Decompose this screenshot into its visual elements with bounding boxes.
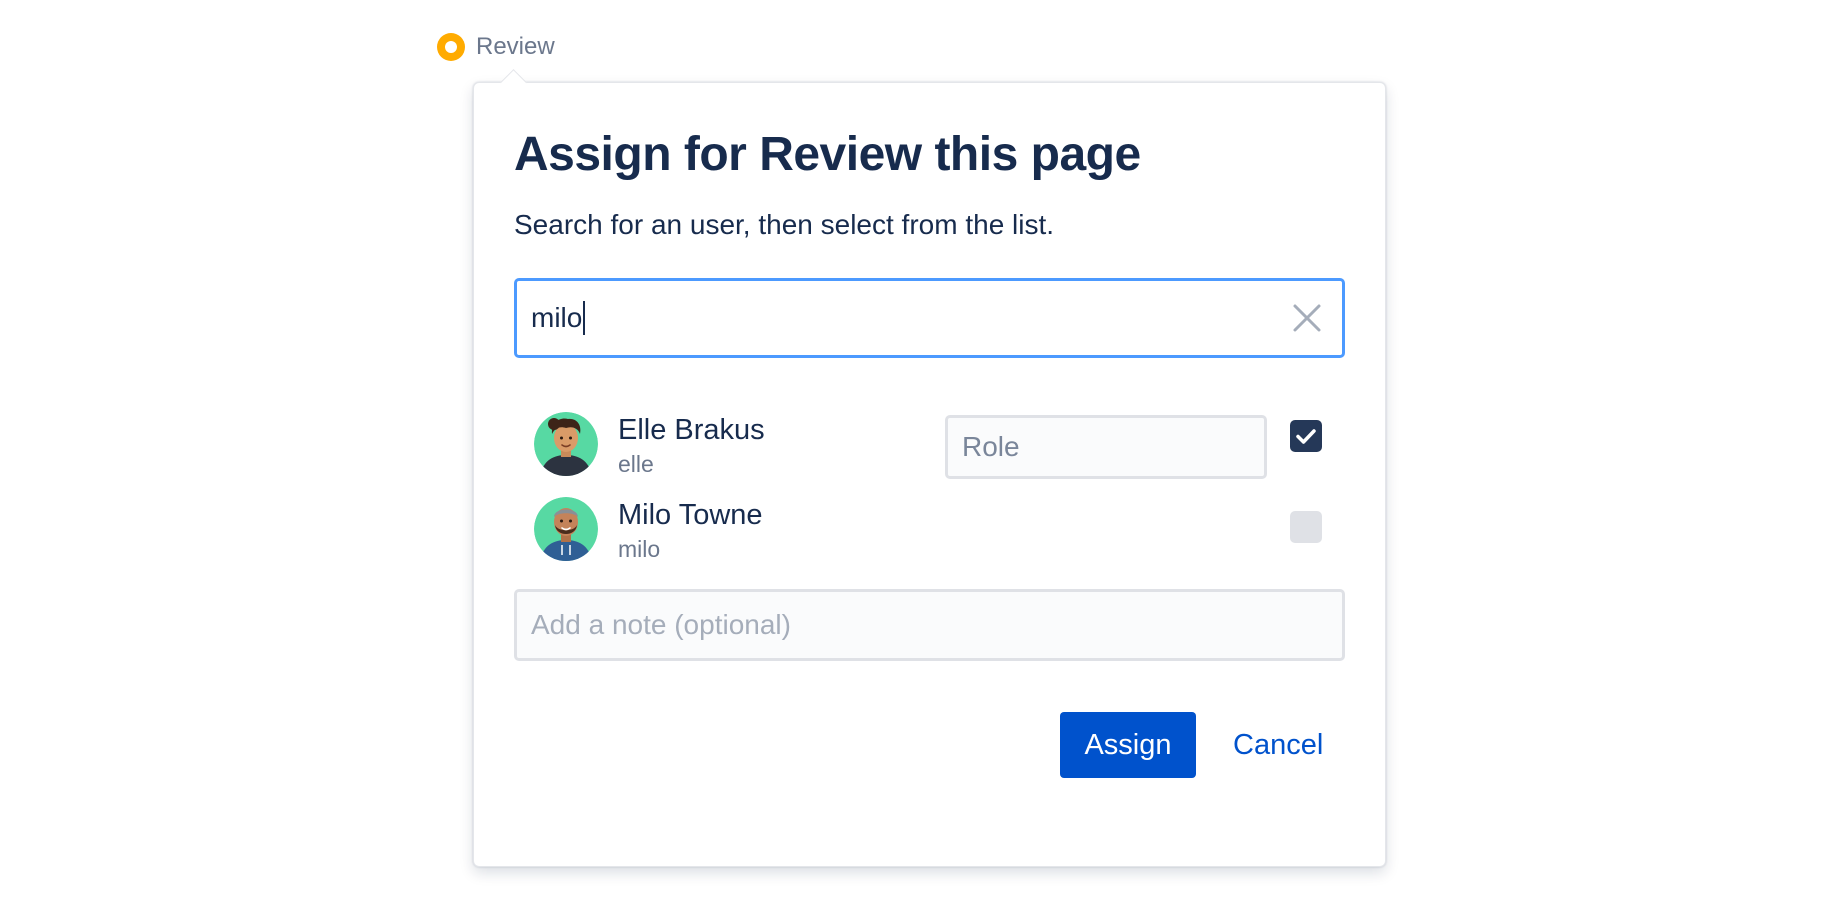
user-search-input[interactable]: milo: [514, 278, 1345, 358]
user-row[interactable]: Elle Brakus elle: [534, 412, 1322, 482]
user-handle: milo: [618, 536, 661, 562]
assign-button[interactable]: Assign: [1060, 712, 1196, 778]
user-select-checkbox[interactable]: [1290, 511, 1322, 543]
role-input[interactable]: [945, 415, 1267, 479]
checkmark-icon: [1296, 429, 1316, 444]
popover-arrow: [500, 69, 527, 96]
status-label: Review: [476, 33, 555, 60]
dialog-title: Assign for Review this page: [514, 128, 1141, 181]
user-name: Elle Brakus: [618, 414, 765, 446]
text-caret: [583, 301, 586, 335]
dialog-subtitle: Search for an user, then select from the…: [514, 209, 1055, 240]
avatar-icon: [534, 497, 598, 561]
search-value: milo: [531, 302, 583, 333]
assign-review-dialog: Assign for Review this page Search for a…: [473, 69, 1386, 867]
user-name: Milo Towne: [618, 499, 763, 531]
review-status: Review: [437, 30, 555, 64]
cancel-button[interactable]: Cancel: [1223, 712, 1333, 778]
user-row[interactable]: Milo Towne milo: [534, 497, 1322, 567]
note-input[interactable]: [514, 589, 1345, 661]
status-indicator-icon: [437, 33, 465, 61]
close-icon[interactable]: [1292, 303, 1322, 333]
user-handle: elle: [618, 451, 654, 477]
user-select-checkbox[interactable]: [1290, 420, 1322, 452]
avatar-icon: [534, 412, 598, 476]
